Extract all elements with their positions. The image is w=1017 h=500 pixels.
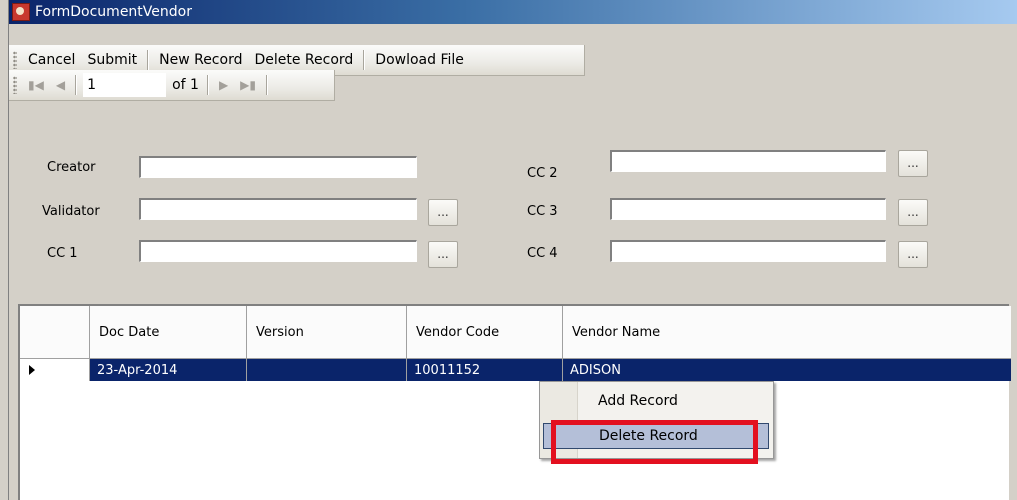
- toolbar-separator: [147, 50, 150, 70]
- cc4-label: CC 4: [527, 246, 558, 261]
- download-file-button[interactable]: Dowload File: [369, 52, 470, 68]
- column-header-vendor-code[interactable]: Vendor Code: [407, 306, 563, 358]
- cc2-label: CC 2: [527, 166, 558, 181]
- first-record-icon[interactable]: ▮◀: [22, 78, 50, 92]
- record-count-label: of 1: [172, 77, 199, 93]
- cell-vendor-code[interactable]: 10011152: [407, 359, 563, 381]
- cc3-label: CC 3: [527, 204, 558, 219]
- cell-doc-date[interactable]: 23-Apr-2014: [90, 359, 247, 381]
- validator-label: Validator: [42, 204, 100, 219]
- new-record-button[interactable]: New Record: [153, 52, 248, 68]
- row-selector[interactable]: [20, 359, 90, 381]
- column-header-vendor-name[interactable]: Vendor Name: [563, 306, 1011, 358]
- menu-item-delete-record[interactable]: Delete Record: [543, 423, 769, 449]
- previous-record-icon[interactable]: ◀: [50, 78, 71, 92]
- cc3-browse-button[interactable]: ...: [898, 199, 928, 226]
- record-navigator: ▮◀ ◀ 1 of 1 ▶ ▶▮: [9, 70, 335, 101]
- current-row-arrow-icon: [29, 365, 35, 375]
- grid-header: Doc Date Version Vendor Code Vendor Name: [20, 306, 1011, 359]
- column-header-version[interactable]: Version: [247, 306, 407, 358]
- submit-button[interactable]: Submit: [81, 52, 143, 68]
- validator-field[interactable]: [139, 198, 417, 220]
- menu-item-add-record[interactable]: Add Record: [543, 388, 769, 414]
- cc1-label: CC 1: [47, 246, 78, 261]
- navigator-separator: [266, 75, 269, 95]
- cc3-field[interactable]: [610, 198, 886, 220]
- cancel-button[interactable]: Cancel: [22, 52, 81, 68]
- vendor-grid[interactable]: Doc Date Version Vendor Code Vendor Name…: [18, 304, 1011, 500]
- cc2-browse-button[interactable]: ...: [898, 150, 928, 177]
- cc2-field[interactable]: [610, 150, 886, 172]
- cc1-browse-button[interactable]: ...: [428, 241, 458, 268]
- cc1-field[interactable]: [139, 240, 417, 262]
- validator-browse-button[interactable]: ...: [428, 199, 458, 226]
- cell-version[interactable]: [247, 359, 407, 381]
- creator-label: Creator: [47, 160, 96, 175]
- cell-vendor-name[interactable]: ADISON: [563, 359, 1011, 381]
- column-header-doc-date[interactable]: Doc Date: [90, 306, 247, 358]
- toolbar-grip[interactable]: [13, 51, 17, 69]
- record-position-input[interactable]: 1: [83, 73, 167, 97]
- next-record-icon[interactable]: ▶: [213, 78, 234, 92]
- cc4-field[interactable]: [610, 240, 886, 262]
- delete-record-button[interactable]: Delete Record: [248, 52, 359, 68]
- navigator-separator: [206, 75, 209, 95]
- context-menu: Add Record Delete Record: [539, 381, 774, 459]
- last-record-icon[interactable]: ▶▮: [234, 78, 262, 92]
- title-bar[interactable]: FormDocumentVendor: [9, 0, 1017, 24]
- app-icon: [12, 3, 30, 21]
- navigator-separator: [75, 75, 78, 95]
- toolbar-separator: [363, 50, 366, 70]
- navigator-grip[interactable]: [13, 76, 17, 94]
- creator-field[interactable]: [139, 156, 417, 178]
- row-header-column[interactable]: [20, 306, 90, 358]
- table-row[interactable]: 23-Apr-2014 10011152 ADISON: [20, 359, 1011, 381]
- window-title: FormDocumentVendor: [35, 4, 192, 20]
- cc4-browse-button[interactable]: ...: [898, 241, 928, 268]
